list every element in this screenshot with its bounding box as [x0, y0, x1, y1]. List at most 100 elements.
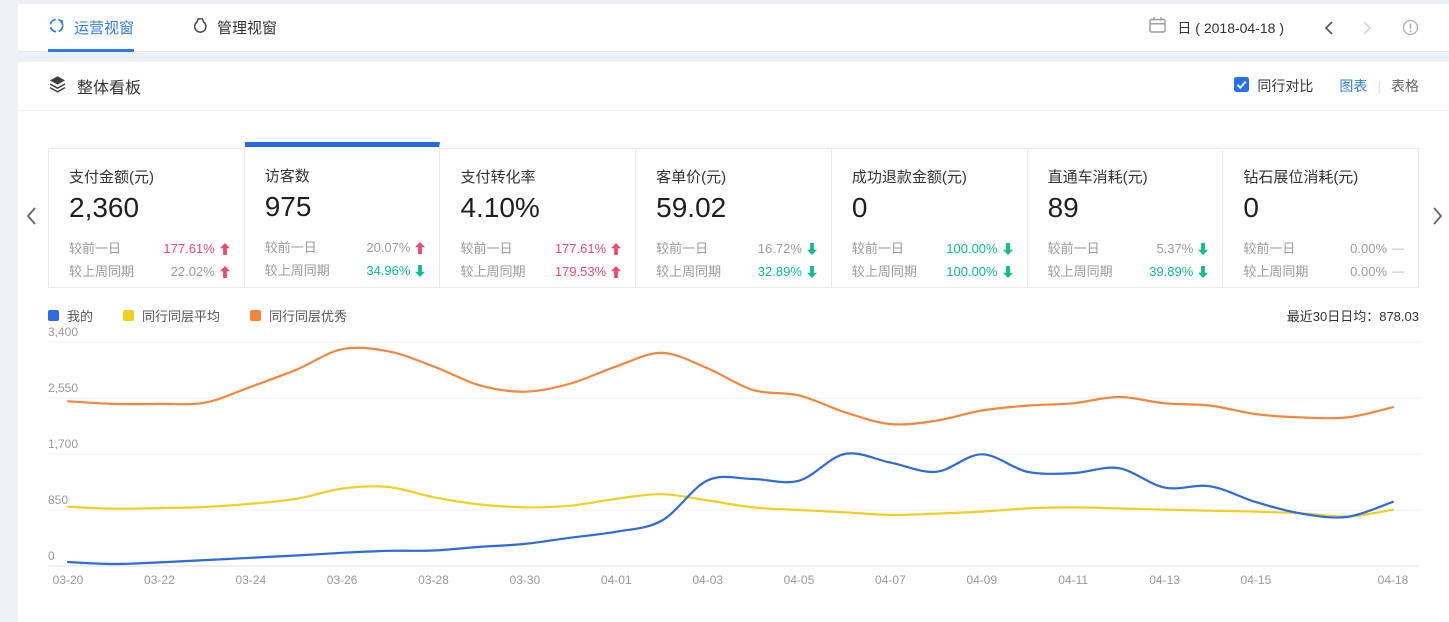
- svg-text:04-09: 04-09: [966, 573, 997, 587]
- metric-card[interactable]: 支付转化率 4.10% 较前一日177.61%较上周同期179.53%: [440, 148, 636, 288]
- svg-text:03-24: 03-24: [235, 573, 266, 587]
- legend-swatch: [48, 310, 59, 321]
- view-chart-link[interactable]: 图表: [1339, 76, 1367, 96]
- nav-right-controls: 日 ( 2018-04-18 ): [1148, 16, 1419, 40]
- view-table-link[interactable]: 表格: [1391, 76, 1419, 96]
- metric-compare-row: 较上周同期 32.89%: [656, 260, 817, 283]
- trend-down-icon: [807, 243, 817, 255]
- trend-flat-icon: —: [1392, 237, 1404, 260]
- checkbox-checked-icon: [1234, 77, 1249, 95]
- tab-label: 运营视窗: [74, 17, 134, 38]
- metric-cards-carousel: 支付金额(元) 2,360 较前一日177.61%较上周同期22.02% 访客数…: [18, 148, 1449, 288]
- trend-chart-section: 我的同行同层平均同行同层优秀 最近30日日均：878.03 08501,7002…: [18, 304, 1449, 593]
- svg-text:2,550: 2,550: [48, 381, 78, 395]
- compare-value: 0.00%—: [1350, 237, 1404, 260]
- svg-text:04-13: 04-13: [1149, 573, 1180, 587]
- svg-text:850: 850: [48, 493, 68, 507]
- background-gap: [0, 52, 1449, 62]
- overview-panel: 整体看板 同行对比 图表 | 表格 支付金额(元) 2,360 较前一日177.…: [18, 62, 1449, 622]
- visitors-trend-chart[interactable]: 08501,7002,5503,40003-2003-2203-2403-260…: [48, 326, 1419, 588]
- svg-text:04-01: 04-01: [601, 573, 632, 587]
- avg-30d-note: 最近30日日均：878.03: [1287, 306, 1419, 325]
- compare-label: 较前一日: [69, 237, 121, 260]
- trend-down-icon: [415, 265, 425, 277]
- metric-compare-row: 较前一日177.61%: [69, 237, 230, 260]
- metric-title: 访客数: [265, 165, 426, 186]
- svg-text:04-05: 04-05: [784, 573, 815, 587]
- compare-value: 100.00%: [946, 260, 1012, 283]
- metric-compare-row: 较前一日 16.72%: [656, 237, 817, 260]
- metric-value: 59.02: [656, 192, 817, 224]
- tab-management-view[interactable]: 管理视窗: [192, 4, 277, 51]
- metric-card[interactable]: 支付金额(元) 2,360 较前一日177.61%较上周同期 22.02%: [48, 148, 245, 288]
- compare-label: 较上周同期: [1243, 260, 1308, 283]
- compare-value: 22.02%: [171, 260, 230, 283]
- sync-circle-icon: [48, 17, 65, 38]
- chart-legend: 我的 同行同层平均 同行同层优秀: [48, 306, 377, 325]
- compare-value: 32.89%: [758, 260, 817, 283]
- info-icon[interactable]: [1402, 19, 1419, 36]
- metric-value: 4.10%: [460, 192, 621, 224]
- tab-operation-view[interactable]: 运营视窗: [48, 4, 134, 51]
- compare-label: 较前一日: [265, 236, 317, 259]
- metric-card[interactable]: 钻石展位消耗(元) 0 较前一日0.00%—较上周同期0.00%—: [1223, 148, 1419, 288]
- metric-compare-rows: 较前一日5.37%较上周同期39.89%: [1048, 237, 1209, 283]
- legend-item[interactable]: 我的: [48, 306, 93, 325]
- carousel-prev-icon[interactable]: [25, 206, 37, 231]
- svg-text:03-26: 03-26: [327, 573, 358, 587]
- metric-compare-row: 较上周同期34.96%: [265, 259, 426, 282]
- compare-label: 较上周同期: [69, 260, 134, 283]
- metric-title: 支付金额(元): [69, 166, 230, 187]
- metric-card[interactable]: 客单价(元) 59.02 较前一日16.72%较上周同期32.89%: [636, 148, 832, 288]
- metric-compare-row: 较上周同期 100.00%: [852, 260, 1013, 283]
- metric-compare-row: 较前一日0.00%—: [1243, 237, 1404, 260]
- svg-text:04-18: 04-18: [1378, 573, 1409, 587]
- peer-compare-checkbox[interactable]: 同行对比: [1234, 76, 1313, 96]
- chevron-left-icon[interactable]: [1310, 16, 1348, 40]
- metric-value: 2,360: [69, 192, 230, 224]
- legend-label: 同行同层优秀: [269, 306, 347, 325]
- legend-item[interactable]: 同行同层平均: [123, 306, 220, 325]
- svg-text:0: 0: [48, 549, 55, 563]
- layers-icon: [48, 75, 67, 98]
- panel-header: 整体看板 同行对比 图表 | 表格: [18, 62, 1449, 111]
- calendar-icon[interactable]: [1148, 16, 1167, 39]
- svg-text:04-07: 04-07: [875, 573, 906, 587]
- metric-value: 975: [265, 191, 426, 223]
- metric-compare-row: 较前一日100.00%: [852, 237, 1013, 260]
- metric-card[interactable]: 访客数 975 较前一日20.07%较上周同期34.96%: [245, 142, 441, 288]
- svg-text:03-28: 03-28: [418, 573, 449, 587]
- compare-value: 100.00%: [946, 237, 1012, 260]
- legend-swatch: [250, 310, 261, 321]
- metric-compare-row: 较前一日177.61%: [460, 237, 621, 260]
- view-divider: |: [1377, 78, 1381, 94]
- compare-value: 16.72%: [758, 237, 817, 260]
- metric-compare-row: 较上周同期39.89%: [1048, 260, 1209, 283]
- metric-card[interactable]: 直通车消耗(元) 89 较前一日5.37%较上周同期39.89%: [1028, 148, 1224, 288]
- compare-label: 较上周同期: [656, 260, 721, 283]
- compare-label: 较上周同期: [852, 260, 917, 283]
- trend-down-icon: [807, 266, 817, 278]
- chevron-right-icon[interactable]: [1348, 16, 1386, 40]
- metric-title: 支付转化率: [460, 166, 621, 187]
- peer-compare-label: 同行对比: [1257, 76, 1313, 96]
- trend-down-icon: [1003, 266, 1013, 278]
- trend-up-icon: [415, 242, 425, 254]
- carousel-next-icon[interactable]: [1432, 206, 1444, 231]
- date-picker-value[interactable]: 日 ( 2018-04-18 ): [1177, 18, 1284, 38]
- compare-label: 较前一日: [1048, 237, 1100, 260]
- compare-value: 179.53%: [555, 260, 621, 283]
- metric-value: 0: [852, 192, 1013, 224]
- legend-item[interactable]: 同行同层优秀: [250, 306, 347, 325]
- trend-up-icon: [611, 243, 621, 255]
- metric-compare-row: 较上周同期 22.02%: [69, 260, 230, 283]
- metric-value: 0: [1243, 192, 1404, 224]
- top-nav: 运营视窗 管理视窗 日 ( 2018-04-18 ): [18, 4, 1449, 52]
- metric-title: 直通车消耗(元): [1048, 166, 1209, 187]
- trend-up-icon: [220, 243, 230, 255]
- compare-label: 较前一日: [656, 237, 708, 260]
- metric-compare-row: 较上周同期179.53%: [460, 260, 621, 283]
- metric-compare-row: 较前一日20.07%: [265, 236, 426, 259]
- metric-title: 成功退款金额(元): [852, 166, 1013, 187]
- metric-card[interactable]: 成功退款金额(元) 0 较前一日100.00%较上周同期 100.00%: [832, 148, 1028, 288]
